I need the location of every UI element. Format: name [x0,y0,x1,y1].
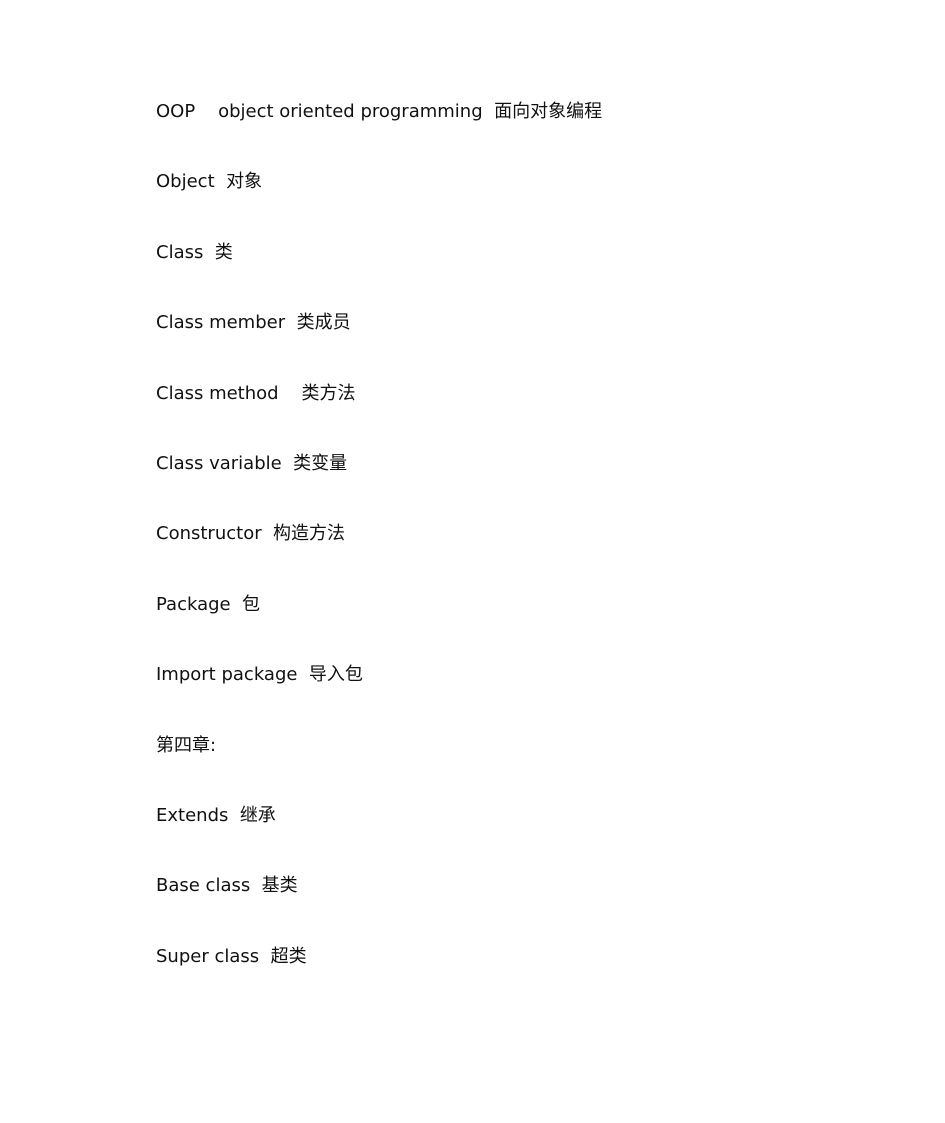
term-line-class: Class 类 [156,241,233,263]
term-line-class-variable: Class variable 类变量 [156,452,348,474]
term-line-class-member: Class member 类成员 [156,312,351,334]
term-line-import-package: Import package 导入包 [156,664,363,686]
document-page: OOP object oriented programming 面向对象编程 O… [0,0,945,1123]
term-line-oop: OOP object oriented programming 面向对象编程 [156,101,603,122]
term-line-object: Object 对象 [156,171,263,193]
term-line-extends: Extends 继承 [156,804,276,826]
term-line-constructor: Constructor 构造方法 [156,523,346,545]
term-line-package: Package 包 [156,593,261,615]
term-line-base-class: Base class 基类 [156,875,298,897]
document-body: OOP object oriented programming 面向对象编程 O… [156,98,796,1013]
term-line-super-class: Super class 超类 [156,945,307,967]
term-line-class-method: Class method 类方法 [156,382,356,404]
chapter-heading: 第四章: [156,734,217,756]
